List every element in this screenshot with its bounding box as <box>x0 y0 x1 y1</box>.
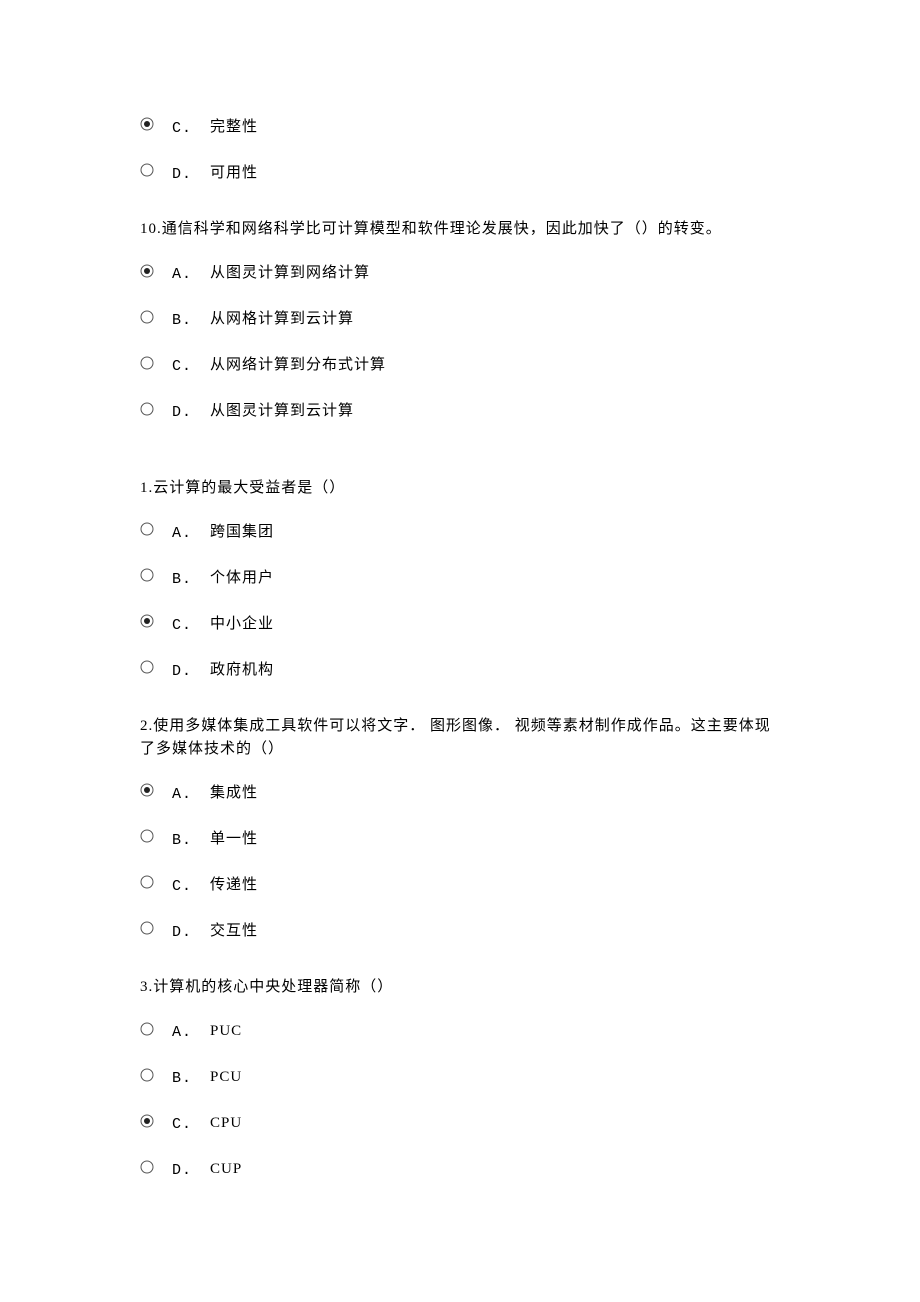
option-letter: D. <box>172 922 210 945</box>
radio-selected-icon[interactable] <box>140 614 154 628</box>
option-text: PUC <box>210 1020 242 1043</box>
radio-unselected-icon[interactable] <box>140 568 154 582</box>
option-letter: C. <box>172 1114 210 1137</box>
option-text: 传递性 <box>210 874 258 897</box>
question-number: 3. <box>140 979 153 995</box>
option-letter: C. <box>172 118 210 141</box>
option-text: 从网格计算到云计算 <box>210 308 354 331</box>
option-row[interactable]: D.可用性 <box>140 156 780 190</box>
radio-unselected-icon[interactable] <box>140 1160 154 1174</box>
option-row[interactable]: A.集成性 <box>140 776 780 810</box>
quiz-content: C.完整性D.可用性10.通信科学和网络科学比可计算模型和软件理论发展快，因此加… <box>140 110 780 1187</box>
radio-selected-icon[interactable] <box>140 264 154 278</box>
question-block: 2.使用多媒体集成工具软件可以将文字． 图形图像． 视频等素材制作成作品。这主要… <box>140 715 780 948</box>
radio-unselected-icon[interactable] <box>140 875 154 889</box>
option-text: 跨国集团 <box>210 521 274 544</box>
question-block: 10.通信科学和网络科学比可计算模型和软件理论发展快，因此加快了（）的转变。 A.… <box>140 218 780 429</box>
option-letter: C. <box>172 356 210 379</box>
radio-selected-icon[interactable] <box>140 783 154 797</box>
option-row[interactable]: C.中小企业 <box>140 607 780 641</box>
option-text: PCU <box>210 1066 242 1089</box>
radio-unselected-icon[interactable] <box>140 310 154 324</box>
question-number: 1. <box>140 480 153 496</box>
radio-unselected-icon[interactable] <box>140 356 154 370</box>
option-row[interactable]: B.PCU <box>140 1061 780 1095</box>
question-text: 1.云计算的最大受益者是（） <box>140 477 780 500</box>
question-block: 3.计算机的核心中央处理器简称（） A.PUC B.PCU C.CPU D.CUP <box>140 976 780 1187</box>
option-text: 个体用户 <box>210 567 274 590</box>
option-text: CPU <box>210 1112 242 1135</box>
leading-options: C.完整性 D.可用性 <box>140 110 780 190</box>
option-letter: D. <box>172 402 210 425</box>
option-text: 中小企业 <box>210 613 274 636</box>
option-row[interactable]: C.CPU <box>140 1107 780 1141</box>
option-row[interactable]: B.单一性 <box>140 822 780 856</box>
option-row[interactable]: B.从网格计算到云计算 <box>140 303 780 337</box>
option-letter: A. <box>172 523 210 546</box>
option-row[interactable]: D.从图灵计算到云计算 <box>140 395 780 429</box>
option-row[interactable]: A.PUC <box>140 1015 780 1049</box>
option-text: 从网络计算到分布式计算 <box>210 354 386 377</box>
option-letter: A. <box>172 784 210 807</box>
option-text: 交互性 <box>210 920 258 943</box>
question-body: 云计算的最大受益者是（） <box>153 480 345 496</box>
option-row[interactable]: C.从网络计算到分布式计算 <box>140 349 780 383</box>
option-row[interactable]: A.跨国集团 <box>140 515 780 549</box>
option-text: CUP <box>210 1158 242 1181</box>
option-text: 单一性 <box>210 828 258 851</box>
option-letter: B. <box>172 830 210 853</box>
option-row[interactable]: B.个体用户 <box>140 561 780 595</box>
option-letter: C. <box>172 876 210 899</box>
radio-unselected-icon[interactable] <box>140 1068 154 1082</box>
question-body: 使用多媒体集成工具软件可以将文字． 图形图像． 视频等素材制作成作品。这主要体现… <box>140 718 771 757</box>
option-letter: B. <box>172 310 210 333</box>
option-letter: C. <box>172 615 210 638</box>
option-row[interactable]: D.政府机构 <box>140 653 780 687</box>
question-block: 1.云计算的最大受益者是（） A.跨国集团 B.个体用户 C.中小企业 D.政府机构 <box>140 477 780 688</box>
question-text: 10.通信科学和网络科学比可计算模型和软件理论发展快，因此加快了（）的转变。 <box>140 218 780 241</box>
radio-unselected-icon[interactable] <box>140 163 154 177</box>
radio-unselected-icon[interactable] <box>140 921 154 935</box>
radio-unselected-icon[interactable] <box>140 402 154 416</box>
option-letter: A. <box>172 1022 210 1045</box>
option-row[interactable]: D.交互性 <box>140 914 780 948</box>
option-letter: B. <box>172 569 210 592</box>
question-text: 2.使用多媒体集成工具软件可以将文字． 图形图像． 视频等素材制作成作品。这主要… <box>140 715 780 760</box>
question-body: 计算机的核心中央处理器简称（） <box>153 979 393 995</box>
option-text: 政府机构 <box>210 659 274 682</box>
radio-unselected-icon[interactable] <box>140 1022 154 1036</box>
question-text: 3.计算机的核心中央处理器简称（） <box>140 976 780 999</box>
question-number: 2. <box>140 718 153 734</box>
radio-selected-icon[interactable] <box>140 117 154 131</box>
radio-unselected-icon[interactable] <box>140 829 154 843</box>
option-text: 可用性 <box>210 162 258 185</box>
option-row[interactable]: C.完整性 <box>140 110 780 144</box>
option-letter: D. <box>172 661 210 684</box>
option-letter: D. <box>172 164 210 187</box>
option-letter: B. <box>172 1068 210 1091</box>
option-row[interactable]: D.CUP <box>140 1153 780 1187</box>
radio-unselected-icon[interactable] <box>140 522 154 536</box>
radio-selected-icon[interactable] <box>140 1114 154 1128</box>
option-row[interactable]: A.从图灵计算到网络计算 <box>140 257 780 291</box>
option-text: 集成性 <box>210 782 258 805</box>
question-body: 通信科学和网络科学比可计算模型和软件理论发展快，因此加快了（）的转变。 <box>162 221 722 237</box>
option-text: 从图灵计算到网络计算 <box>210 262 370 285</box>
option-row[interactable]: C.传递性 <box>140 868 780 902</box>
option-letter: A. <box>172 264 210 287</box>
question-number: 10. <box>140 221 162 237</box>
option-text: 完整性 <box>210 116 258 139</box>
option-text: 从图灵计算到云计算 <box>210 400 354 423</box>
radio-unselected-icon[interactable] <box>140 660 154 674</box>
option-letter: D. <box>172 1160 210 1183</box>
